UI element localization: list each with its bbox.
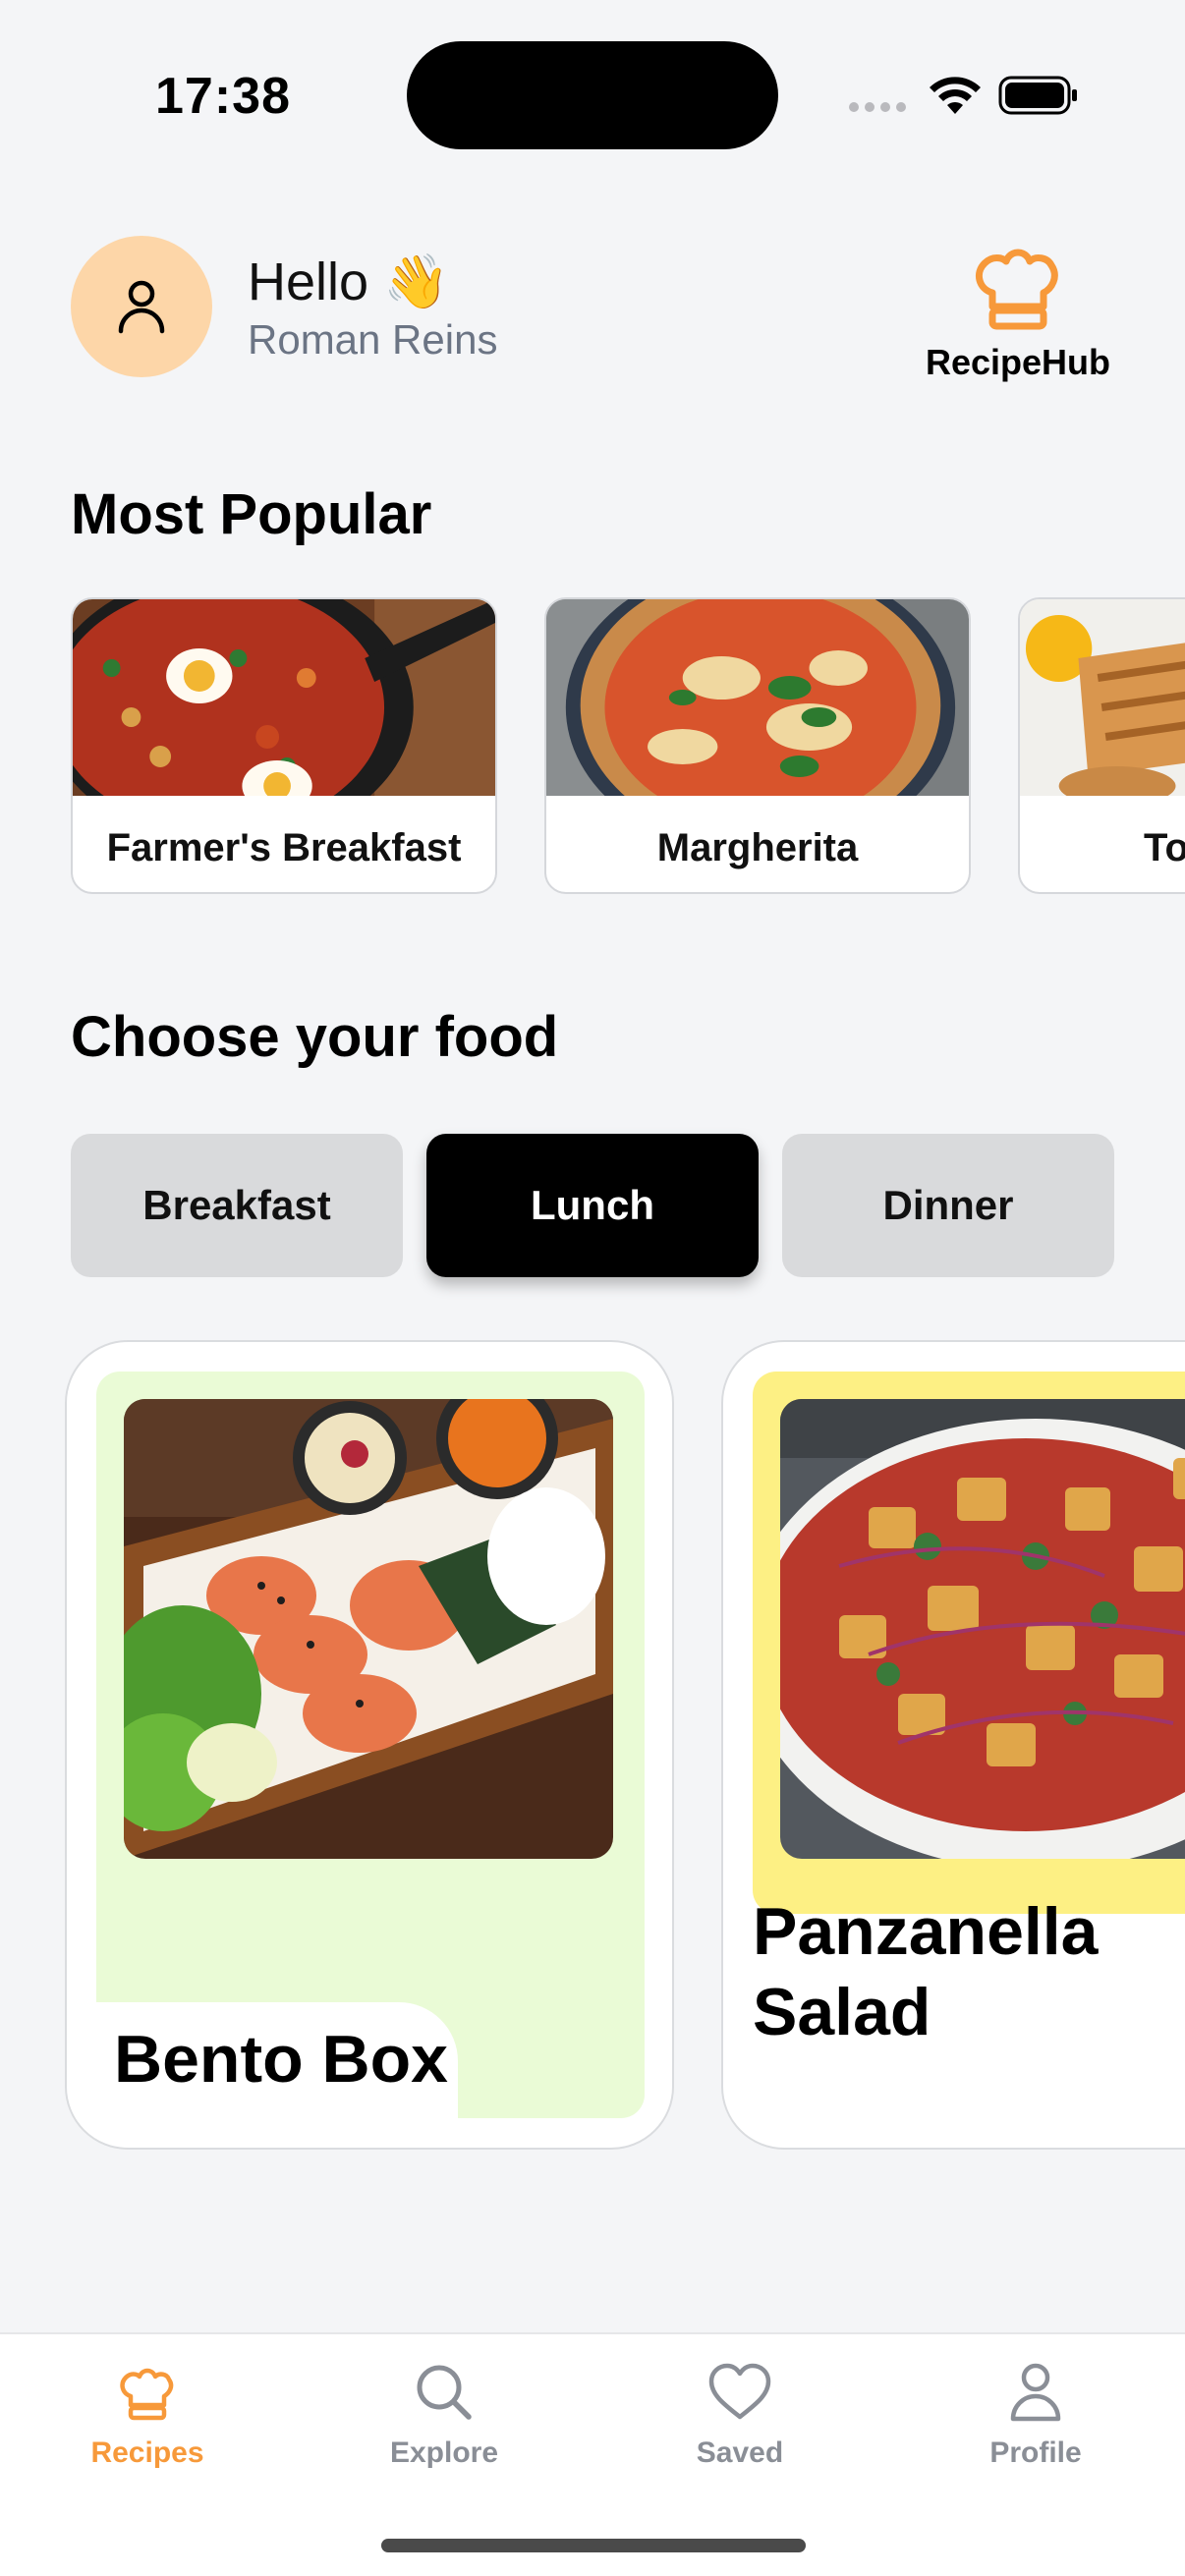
nav-explore[interactable]: Explore xyxy=(346,2358,542,2470)
status-bar: 17:38 xyxy=(0,0,1185,187)
status-time: 17:38 xyxy=(155,68,291,125)
person-icon xyxy=(1010,2363,1061,2422)
food-carousel[interactable]: Bento Box Panzanella Salad xyxy=(65,1340,1185,2152)
brand-logo: RecipeHub xyxy=(914,232,1122,383)
chef-hat-icon xyxy=(975,249,1058,330)
greeting: Hello 👋 xyxy=(248,252,450,311)
nav-saved[interactable]: Saved xyxy=(642,2358,838,2470)
food-name: Panzanella Salad xyxy=(753,1892,1099,2052)
avatar[interactable] xyxy=(71,236,212,377)
cellular-signal-icon xyxy=(849,102,906,112)
food-card-panzanella-salad[interactable]: Panzanella Salad xyxy=(721,1340,1185,2150)
person-icon xyxy=(118,280,165,334)
bento-box-image xyxy=(124,1399,613,1859)
nav-label: Profile xyxy=(989,2436,1082,2469)
brand-name: RecipeHub xyxy=(925,342,1111,382)
dynamic-island xyxy=(407,41,778,149)
popular-card-label: Farmer's Breakfast xyxy=(106,826,462,869)
tab-dinner[interactable]: Dinner xyxy=(782,1134,1114,1277)
user-name: Roman Reins xyxy=(248,316,498,363)
search-icon xyxy=(417,2365,472,2420)
popular-card[interactable]: Margherita xyxy=(544,597,971,894)
popular-card-label: Margherita xyxy=(656,826,859,869)
nav-recipes[interactable]: Recipes xyxy=(49,2358,246,2470)
nav-profile[interactable]: Profile xyxy=(937,2358,1134,2470)
panzanella-salad-image xyxy=(780,1399,1185,1859)
popular-card-label: To xyxy=(1144,826,1185,869)
tab-breakfast[interactable]: Breakfast xyxy=(71,1134,403,1277)
tab-lunch[interactable]: Lunch xyxy=(426,1134,759,1277)
popular-card[interactable]: To xyxy=(1018,597,1185,894)
margherita-image xyxy=(546,599,969,855)
farmers-breakfast-image xyxy=(73,599,495,845)
battery-icon xyxy=(998,76,1077,115)
section-title-popular: Most Popular xyxy=(71,482,432,546)
chef-hat-icon xyxy=(120,2368,174,2421)
fish-dish-image xyxy=(1020,599,1185,806)
section-title-choose: Choose your food xyxy=(71,1005,559,1069)
nav-label: Recipes xyxy=(90,2436,204,2469)
wifi-icon xyxy=(930,77,981,114)
heart-icon xyxy=(708,2363,771,2420)
food-name: Bento Box xyxy=(114,2022,448,2097)
food-card-bento-box[interactable]: Bento Box xyxy=(65,1340,674,2150)
food-name-line-2: Salad xyxy=(753,1974,931,2049)
home-indicator[interactable] xyxy=(381,2539,806,2552)
popular-carousel[interactable]: Farmer's Breakfast Margherita To xyxy=(71,597,1185,896)
nav-label: Explore xyxy=(389,2436,499,2469)
nav-label: Saved xyxy=(696,2436,784,2469)
popular-card[interactable]: Farmer's Breakfast xyxy=(71,597,497,894)
food-name-line-1: Panzanella xyxy=(753,1894,1099,1969)
